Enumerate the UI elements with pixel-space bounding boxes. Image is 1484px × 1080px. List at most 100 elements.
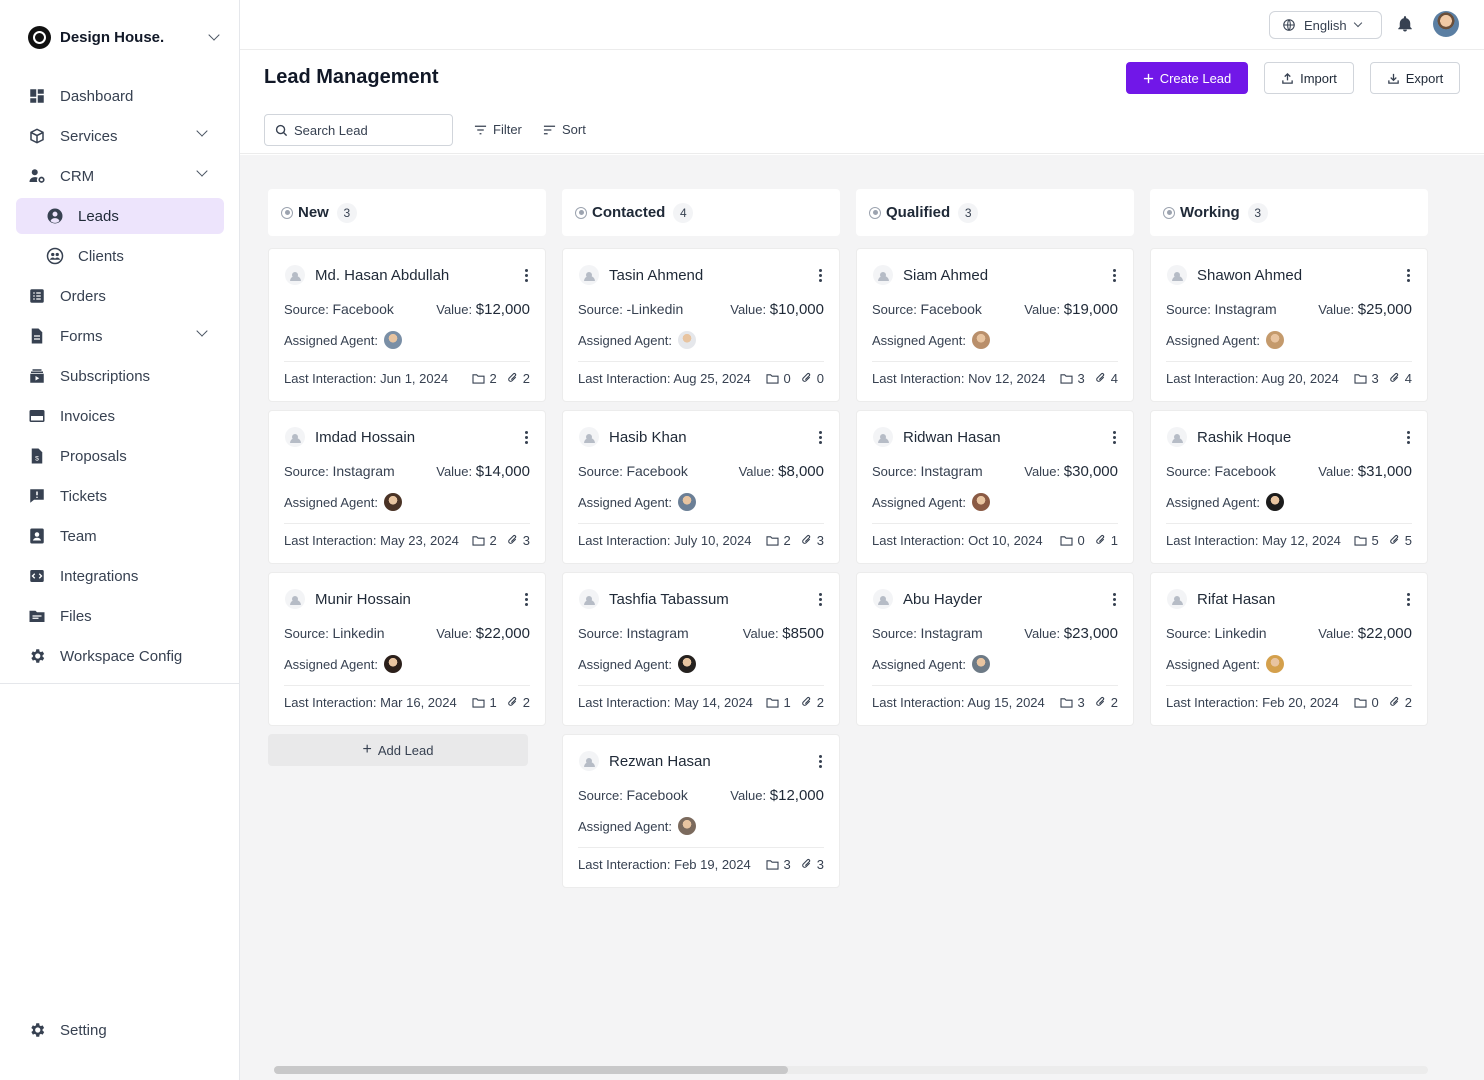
- sidebar-item-dashboard[interactable]: Dashboard: [16, 78, 224, 114]
- assigned-agent-row: Assigned Agent:: [872, 654, 990, 674]
- avatar-body: [289, 276, 301, 281]
- lead-card[interactable]: Rashik Hoque Source: Facebook Value: $31,0…: [1150, 410, 1428, 564]
- lead-card[interactable]: Rezwan Hasan Source: Facebook Value: $12,0…: [562, 734, 840, 888]
- more-vertical-icon[interactable]: [1401, 430, 1415, 444]
- more-vertical-icon[interactable]: [1107, 268, 1121, 282]
- agent-avatar[interactable]: [677, 493, 696, 511]
- sidebar-item-integrations[interactable]: Integrations: [16, 558, 224, 594]
- lead-card[interactable]: Abu Hayder Source: Instagram Value: $23,00…: [856, 572, 1134, 726]
- sidebar-item-forms[interactable]: Forms: [16, 318, 224, 354]
- sort-label: Sort: [562, 122, 586, 137]
- filter-button[interactable]: Filter: [474, 122, 522, 137]
- last-interaction-date: Mar 16, 2024: [380, 694, 457, 710]
- sidebar-item-setting[interactable]: Setting: [28, 1016, 107, 1044]
- lead-card[interactable]: Imdad Hossain Source: Instagram Value: $14…: [268, 410, 546, 564]
- page-title: Lead Management: [264, 66, 439, 88]
- filter-icon: [474, 124, 487, 136]
- files-count-value: 3: [1077, 370, 1085, 386]
- agent-avatar[interactable]: [1265, 493, 1284, 511]
- agent-avatar[interactable]: [383, 493, 402, 511]
- sidebar-item-team[interactable]: Team: [16, 518, 224, 554]
- last-interaction-row: Last Interaction: Oct 10, 2024 0 1: [872, 531, 1118, 549]
- lead-card[interactable]: Tashfia Tabassum Source: Instagram Value: …: [562, 572, 840, 726]
- column-header: Working 3: [1150, 189, 1428, 236]
- more-vertical-icon[interactable]: [1107, 430, 1121, 444]
- more-vertical-icon[interactable]: [813, 754, 827, 768]
- scrollbar-thumb[interactable]: [274, 1066, 788, 1074]
- workspace-switcher[interactable]: Design House.: [28, 24, 220, 50]
- search-input[interactable]: [294, 122, 444, 138]
- agent-avatar[interactable]: [677, 655, 696, 673]
- sidebar-item-leads[interactable]: Leads: [16, 198, 224, 234]
- agent-label: Assigned Agent:: [872, 656, 966, 672]
- more-vertical-icon[interactable]: [519, 430, 533, 444]
- sidebar-item-clients[interactable]: Clients: [16, 238, 224, 274]
- sidebar-item-proposals[interactable]: $ Proposals: [16, 438, 224, 474]
- sidebar-item-crm[interactable]: CRM: [16, 158, 224, 194]
- agent-avatar[interactable]: [971, 655, 990, 673]
- lead-card[interactable]: Siam Ahmed Source: Facebook Value: $19,000…: [856, 248, 1134, 402]
- lead-card[interactable]: Tasin Ahmend Source: -Linkedin Value: $10,…: [562, 248, 840, 402]
- last-interaction-label: Last Interaction:: [284, 694, 377, 710]
- agent-avatar[interactable]: [677, 817, 696, 835]
- lead-card[interactable]: Munir Hossain Source: Linkedin Value: $22,…: [268, 572, 546, 726]
- add-lead-button[interactable]: + Add Lead: [268, 734, 528, 766]
- sidebar-item-tickets[interactable]: Tickets: [16, 478, 224, 514]
- export-button[interactable]: Export: [1370, 62, 1460, 94]
- sort-button[interactable]: Sort: [543, 122, 586, 137]
- language-select[interactable]: English: [1269, 11, 1382, 39]
- more-vertical-icon[interactable]: [813, 268, 827, 282]
- sidebar-item-workspace-config[interactable]: Workspace Config: [16, 638, 224, 674]
- files-count-value: 3: [1371, 370, 1379, 386]
- sidebar-item-invoices[interactable]: Invoices: [16, 398, 224, 434]
- filter-label: Filter: [493, 122, 522, 137]
- more-vertical-icon[interactable]: [1107, 592, 1121, 606]
- avatar-body: [1171, 276, 1183, 281]
- agent-avatar[interactable]: [1265, 331, 1284, 349]
- attachments-count: 4: [1095, 371, 1118, 386]
- agent-avatar[interactable]: [383, 331, 402, 349]
- more-vertical-icon[interactable]: [519, 268, 533, 282]
- create-lead-button[interactable]: Create Lead: [1126, 62, 1248, 94]
- user-placeholder-icon: [1167, 589, 1187, 609]
- sidebar-item-label: CRM: [60, 167, 95, 185]
- last-interaction-row: Last Interaction: July 10, 2024 2 3: [578, 531, 824, 549]
- clients-icon: [46, 247, 64, 265]
- lead-card[interactable]: Shawon Ahmed Source: Instagram Value: $25,…: [1150, 248, 1428, 402]
- agent-avatar[interactable]: [971, 331, 990, 349]
- lead-card[interactable]: Ridwan Hasan Source: Instagram Value: $30,…: [856, 410, 1134, 564]
- value-label: Value:: [1024, 301, 1061, 317]
- attachments-count-value: 2: [816, 694, 824, 710]
- bell-icon[interactable]: [1396, 14, 1414, 34]
- lead-card-header: Imdad Hossain: [285, 427, 533, 447]
- globe-icon: [1282, 18, 1296, 32]
- more-vertical-icon[interactable]: [813, 592, 827, 606]
- value-amount: $10,000: [769, 300, 824, 318]
- sidebar-item-services[interactable]: Services: [16, 118, 224, 154]
- agent-avatar[interactable]: [677, 331, 696, 349]
- lead-card[interactable]: Rifat Hasan Source: Linkedin Value: $22,00…: [1150, 572, 1428, 726]
- column-count-badge: 3: [958, 202, 979, 223]
- agent-avatar[interactable]: [971, 493, 990, 511]
- more-vertical-icon[interactable]: [813, 430, 827, 444]
- lead-source-value-row: Source: -Linkedin Value: $10,000: [578, 299, 824, 319]
- lead-card[interactable]: Hasib Khan Source: Facebook Value: $8,000 A…: [562, 410, 840, 564]
- import-button[interactable]: Import: [1264, 62, 1354, 94]
- agent-avatar[interactable]: [383, 655, 402, 673]
- card-divider: [578, 685, 824, 686]
- agent-avatar[interactable]: [1265, 655, 1284, 673]
- folder-icon: [28, 607, 46, 625]
- lead-card[interactable]: Md. Hasan Abdullah Source: Facebook Value:…: [268, 248, 546, 402]
- files-count: 0: [1059, 533, 1085, 548]
- sidebar-item-orders[interactable]: Orders: [16, 278, 224, 314]
- more-vertical-icon[interactable]: [1401, 592, 1415, 606]
- more-vertical-icon[interactable]: [519, 592, 533, 606]
- user-placeholder-icon: [579, 427, 599, 447]
- user-avatar[interactable]: [1433, 11, 1459, 37]
- more-vertical-icon[interactable]: [1401, 268, 1415, 282]
- assigned-agent-row: Assigned Agent:: [1166, 492, 1284, 512]
- horizontal-scrollbar[interactable]: [274, 1066, 1428, 1074]
- source-label: Source:: [284, 464, 329, 479]
- sidebar-item-files[interactable]: Files: [16, 598, 224, 634]
- sidebar-item-subscriptions[interactable]: Subscriptions: [16, 358, 224, 394]
